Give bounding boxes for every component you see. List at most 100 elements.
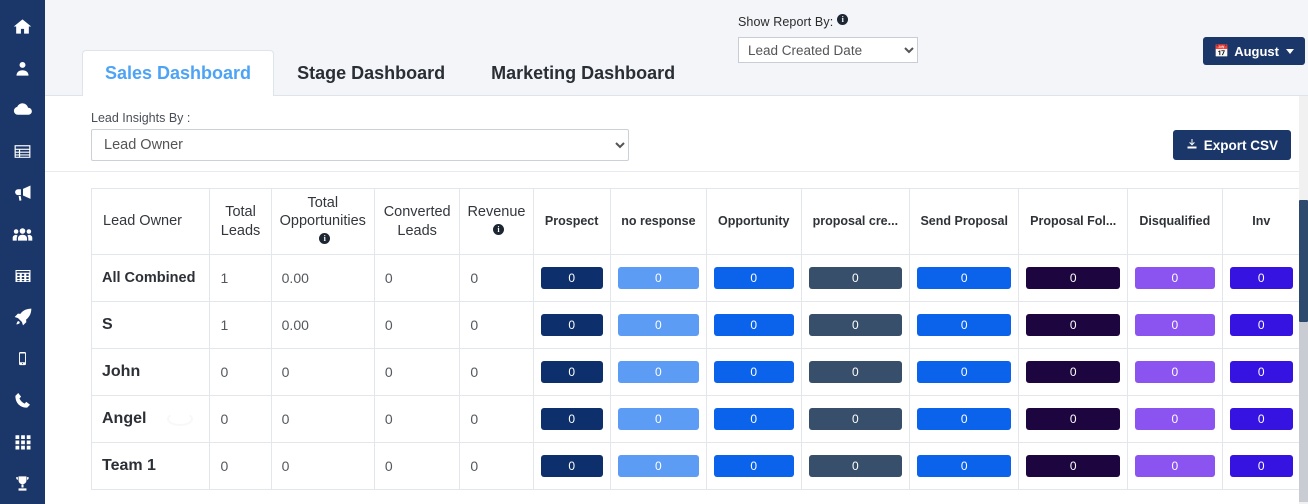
table-row[interactable]: Angel 0 0 0 0 0 0 0 0 0 0 0 0: [91, 395, 1301, 443]
table-head: Lead Owner Total Leads Total Opportunities…: [91, 188, 1301, 255]
column-header-label: Lead Owner: [103, 213, 182, 230]
stage-count-badge[interactable]: 0: [617, 408, 699, 430]
cell-proposal_created: 0: [800, 395, 911, 443]
month-picker-button[interactable]: 📅 August: [1203, 37, 1305, 65]
stage-count-badge[interactable]: 0: [808, 455, 903, 477]
sidebar-item-home[interactable]: [0, 6, 45, 48]
cell-send_proposal: 0: [909, 301, 1020, 349]
stage-count-badge[interactable]: 0: [540, 408, 603, 430]
cell-lead-owner: Team 1: [91, 442, 211, 490]
column-header-no_response: no response: [609, 188, 707, 255]
export-csv-label: Export CSV: [1203, 137, 1278, 153]
stage-count-badge[interactable]: 0: [1229, 455, 1293, 477]
stage-count-badge[interactable]: 0: [1026, 361, 1121, 383]
cell-invoice: 0: [1221, 395, 1301, 443]
stage-count-badge[interactable]: 0: [1026, 455, 1121, 477]
table-row[interactable]: Team 1000000000000: [91, 442, 1301, 490]
stage-count-badge[interactable]: 0: [808, 314, 903, 336]
sidebar-item-calendar[interactable]: [0, 255, 45, 297]
show-report-by-select[interactable]: Lead Created Date: [738, 37, 918, 63]
stage-count-badge[interactable]: 0: [1135, 314, 1215, 336]
sidebar-item-mobile[interactable]: [0, 338, 45, 380]
cell-prospect: 0: [532, 442, 611, 490]
stage-count-badge[interactable]: 0: [713, 314, 794, 336]
tab-sales-dashboard[interactable]: Sales Dashboard: [82, 50, 275, 96]
stage-count-badge[interactable]: 0: [713, 408, 794, 430]
cell-revenue: 0: [459, 254, 534, 302]
stage-count-badge[interactable]: 0: [1026, 267, 1121, 289]
trophy-icon: [13, 474, 32, 493]
stage-count-badge[interactable]: 0: [1229, 314, 1293, 336]
cell-opportunity: 0: [705, 254, 802, 302]
cell-opportunity: 0: [705, 442, 802, 490]
stage-count-badge[interactable]: 0: [1229, 267, 1293, 289]
stage-count-badge[interactable]: 0: [617, 314, 699, 336]
stage-count-badge[interactable]: 0: [917, 361, 1012, 383]
stage-count-badge[interactable]: 0: [713, 455, 794, 477]
export-csv-button[interactable]: Export CSV: [1172, 130, 1291, 160]
tab-marketing-dashboard[interactable]: Marketing Dashboard: [468, 50, 698, 96]
cell-total_leads: 1: [209, 301, 272, 349]
stage-count-badge[interactable]: 0: [1135, 361, 1215, 383]
sidebar-item-calls[interactable]: [0, 380, 45, 422]
stage-count-badge[interactable]: 0: [540, 267, 603, 289]
cell-no_response: 0: [609, 348, 707, 396]
sidebar-item-campaigns[interactable]: [0, 172, 45, 214]
tab-stage-dashboard[interactable]: Stage Dashboard: [274, 50, 468, 96]
info-icon[interactable]: i: [837, 14, 849, 25]
stage-count-badge[interactable]: 0: [917, 267, 1012, 289]
stage-count-badge[interactable]: 0: [617, 267, 699, 289]
stage-count-badge[interactable]: 0: [917, 408, 1012, 430]
stage-count-badge[interactable]: 0: [917, 455, 1012, 477]
sidebar-item-teams[interactable]: [0, 214, 45, 256]
column-header-label: proposal cre...: [812, 213, 899, 228]
loading-spinner-icon: [167, 412, 194, 426]
stage-count-badge[interactable]: 0: [1135, 455, 1215, 477]
vertical-scrollbar[interactable]: [1299, 96, 1308, 504]
cell-prospect: 0: [532, 301, 611, 349]
info-icon[interactable]: i: [492, 223, 504, 235]
sidebar-item-launch[interactable]: [0, 297, 45, 339]
table-row[interactable]: All Combined 1 0.00 0 0 0 0 0 0 0 0 0 0: [91, 254, 1301, 302]
sidebar-item-rewards[interactable]: [0, 463, 45, 504]
cell-proposal_followup: 0: [1018, 348, 1129, 396]
stage-count-badge[interactable]: 0: [617, 455, 699, 477]
table-row[interactable]: S 1 0.00 0 0 0 0 0 0 0 0 0 0: [91, 301, 1301, 349]
sidebar-item-apps[interactable]: [0, 421, 45, 463]
stage-count-badge[interactable]: 0: [808, 361, 903, 383]
stage-count-badge[interactable]: 0: [1135, 267, 1215, 289]
stage-count-badge[interactable]: 0: [617, 361, 699, 383]
cell-no_response: 0: [609, 442, 707, 490]
cell-disqualified: 0: [1127, 442, 1223, 490]
cell-opportunity: 0: [705, 348, 802, 396]
stage-count-badge[interactable]: 0: [540, 361, 603, 383]
stage-count-badge[interactable]: 0: [1026, 408, 1121, 430]
sidebar-item-profile[interactable]: [0, 48, 45, 90]
lead-insights-select[interactable]: Lead Owner: [91, 129, 629, 161]
cell-lead-owner: All Combined: [91, 254, 211, 302]
cell-total_opps: 0: [270, 442, 375, 490]
cell-lead-owner: John: [91, 348, 211, 396]
info-icon[interactable]: i: [319, 232, 331, 244]
lead-insights-table: Lead Owner Total Leads Total Opportunities…: [91, 188, 1301, 490]
sidebar-item-cloud[interactable]: [0, 89, 45, 131]
stage-count-badge[interactable]: 0: [808, 408, 903, 430]
stage-count-badge[interactable]: 0: [1135, 408, 1215, 430]
stage-count-badge[interactable]: 0: [540, 314, 603, 336]
stage-count-badge[interactable]: 0: [540, 455, 603, 477]
cell-lead-owner: Angel: [91, 395, 211, 443]
sidebar-item-records[interactable]: [0, 131, 45, 173]
stage-count-badge[interactable]: 0: [713, 361, 794, 383]
stage-count-badge[interactable]: 0: [917, 314, 1012, 336]
scrollbar-thumb[interactable]: [1299, 200, 1308, 322]
cell-total_opps: 0.00: [270, 254, 375, 302]
stage-count-badge[interactable]: 0: [1229, 408, 1293, 430]
stage-count-badge[interactable]: 0: [713, 267, 794, 289]
table-row[interactable]: John 0 0 0 0 0 0 0 0 0 0 0 0: [91, 348, 1301, 396]
stage-count-badge[interactable]: 0: [1229, 361, 1293, 383]
cell-disqualified: 0: [1127, 301, 1223, 349]
lead-insights-table-wrap[interactable]: Lead Owner Total Leads Total Opportunities…: [91, 188, 1301, 504]
stage-count-badge[interactable]: 0: [808, 267, 903, 289]
scrollbar-track-lower[interactable]: [1299, 322, 1308, 502]
stage-count-badge[interactable]: 0: [1026, 314, 1121, 336]
